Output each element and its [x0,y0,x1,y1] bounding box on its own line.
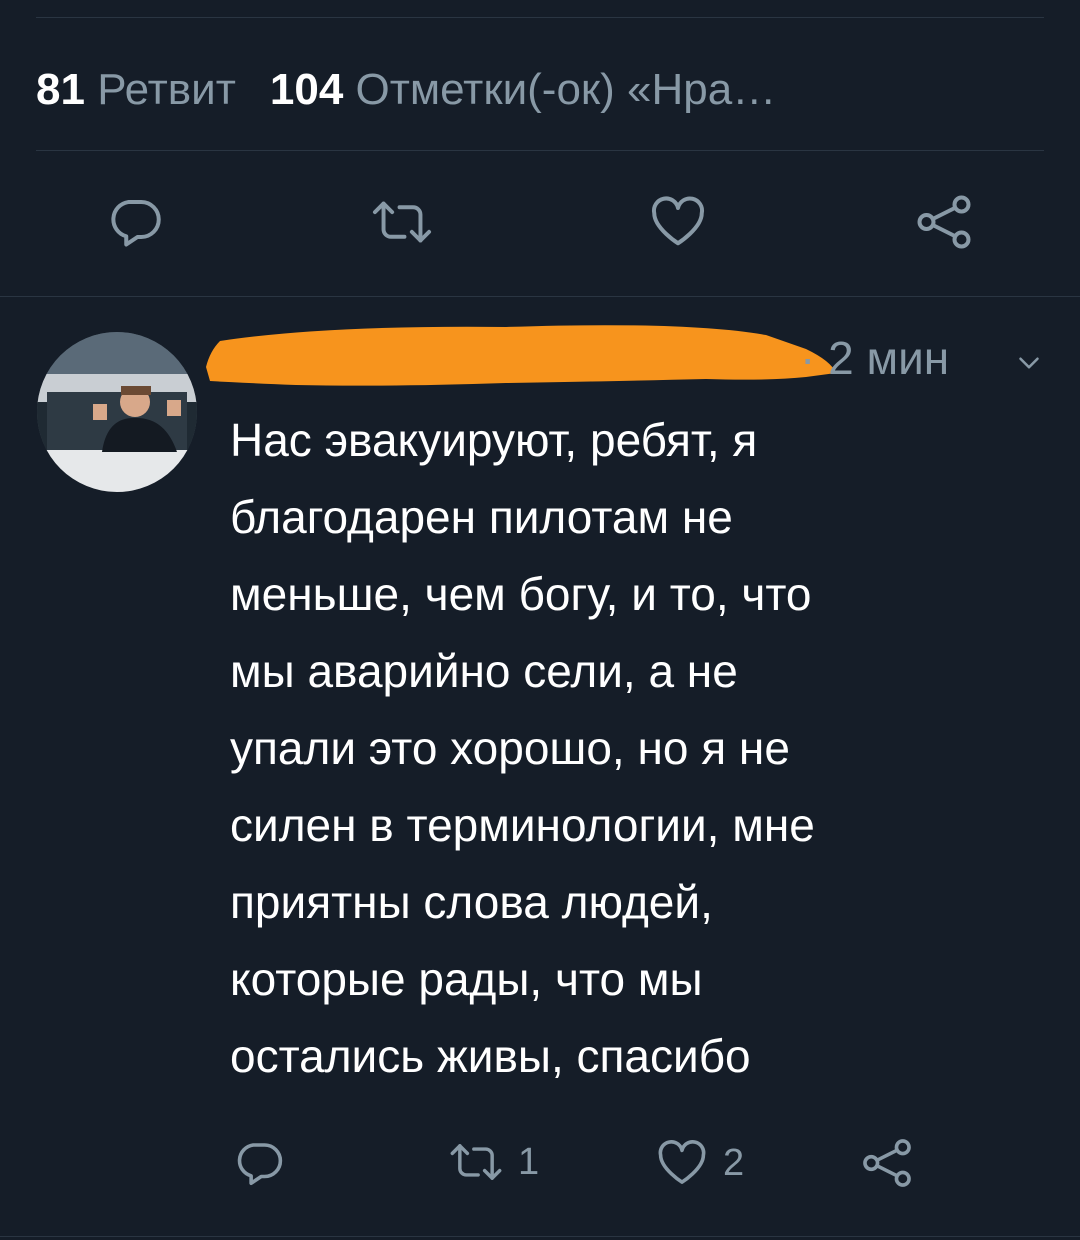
stats-divider [36,150,1044,151]
like-label[interactable]: Отметки(-ок) «Нра… [356,65,777,114]
tweet-text-line: мы аварийно сели, а не [230,645,738,697]
heart-icon [658,1140,706,1184]
tweet-text-line: силен в терминологии, мне [230,799,815,851]
tweet-text-line: приятны слова людей, [230,876,713,928]
like-button[interactable]: 2 [655,1136,744,1190]
retweet-count[interactable]: 81 [36,65,85,114]
reply-tweet-actions: 1 2 [0,1136,1080,1206]
tweet-stats: 81 Ретвит 104 Отметки(-ок) «Нра… [36,62,1036,118]
bottom-divider [0,1236,1080,1237]
reply-button[interactable] [232,1136,286,1190]
retweet-button[interactable]: 1 [448,1136,539,1188]
reply-button[interactable] [105,192,165,252]
share-icon [917,195,971,249]
retweet-icon [450,1144,502,1180]
tweet-text-line: которые рады, что мы [230,953,703,1005]
avatar-photo [37,332,197,492]
tweet-text-line: меньше, чем богу, и то, что [230,568,812,620]
tweet-divider [0,296,1080,297]
heart-icon [651,196,705,246]
reply-icon [237,1143,283,1186]
chevron-down-icon[interactable] [1012,346,1046,380]
tweet-text: Нас эвакуируют, ребят, я благодарен пило… [230,402,1030,1095]
tweet-text-line: упали это хорошо, но я не [230,722,790,774]
tweet-text-line: благодарен пилотам не [230,491,733,543]
reply-icon [111,200,161,247]
redacted-username [206,325,836,386]
tweet-text-line: Нас эвакуируют, ребят, я [230,414,758,466]
tweet-time[interactable]: · 2 мин [800,330,949,386]
retweet-button[interactable] [370,192,434,252]
like-count[interactable]: 104 [270,65,343,114]
retweet-icon [372,201,432,243]
retweet-count: 1 [518,1140,540,1183]
retweet-label[interactable]: Ретвит [97,65,236,114]
tweet-text-line: остались живы, спасибо [230,1030,751,1082]
share-button[interactable] [914,192,974,252]
share-icon [863,1139,911,1187]
main-tweet-actions [0,192,1080,262]
avatar[interactable] [37,332,197,492]
like-count: 2 [723,1141,745,1184]
share-button[interactable] [860,1136,914,1190]
like-button[interactable] [648,192,708,252]
top-divider [36,17,1044,18]
